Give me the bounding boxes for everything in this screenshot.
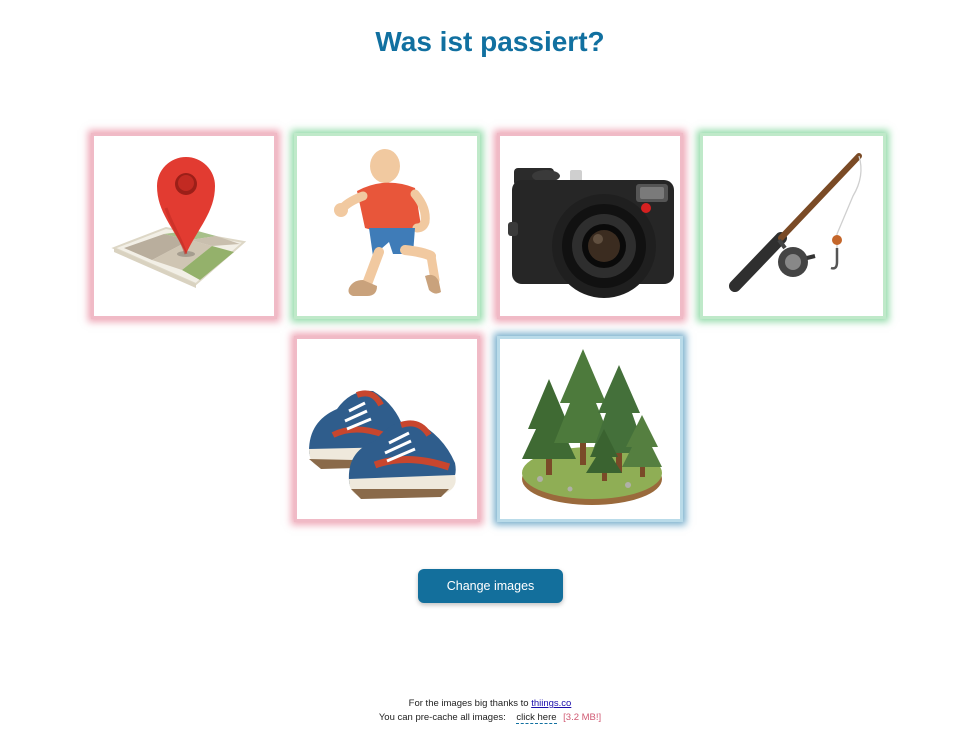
map-pin-icon	[111, 157, 247, 288]
runner-icon	[334, 149, 441, 296]
camera-icon	[508, 168, 674, 298]
image-card-runner[interactable]	[294, 133, 480, 319]
image-card-map-pin[interactable]	[91, 133, 277, 319]
fishing-rod-icon	[729, 153, 862, 292]
footer-precache: You can pre-cache all images: click here…	[0, 712, 980, 724]
footer-credits: For the images big thanks to thiings.co	[0, 698, 980, 709]
footer-thanks-text: For the images big thanks to	[408, 698, 529, 709]
page-title: Was ist passiert?	[375, 26, 605, 57]
image-card-camera[interactable]	[497, 133, 683, 319]
image-card-sneakers[interactable]	[294, 336, 480, 522]
precache-click-link[interactable]: click here	[516, 712, 557, 724]
footer-precache-text: You can pre-cache all images:	[378, 712, 506, 723]
image-card-fishing-rod[interactable]	[700, 133, 886, 319]
thiings-link[interactable]: thiings.co	[531, 698, 571, 709]
size-note: [3.2 MB!]	[563, 712, 602, 723]
forest-icon	[522, 349, 662, 505]
sneakers-icon	[309, 390, 456, 499]
image-card-forest[interactable]	[497, 336, 683, 522]
change-images-button[interactable]: Change images	[418, 569, 563, 603]
